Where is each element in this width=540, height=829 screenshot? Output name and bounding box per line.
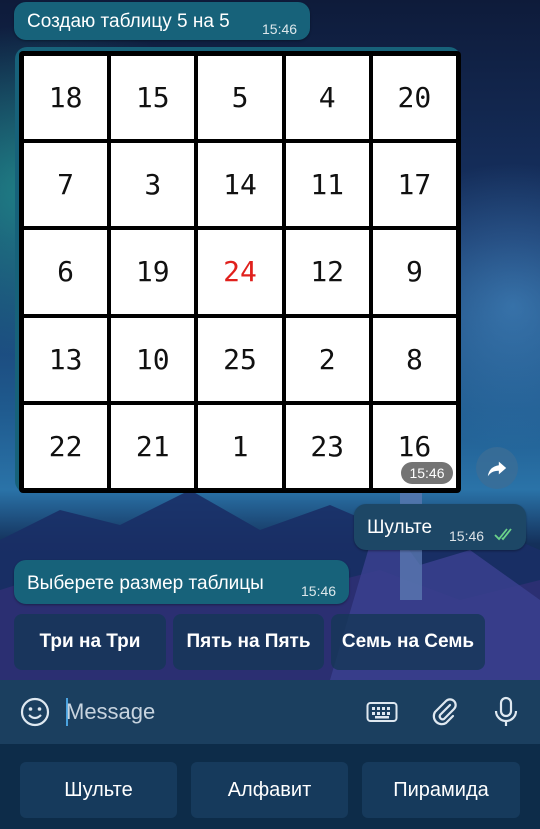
voice-button[interactable] — [490, 696, 522, 728]
attach-button[interactable] — [428, 696, 460, 728]
microphone-icon — [494, 696, 518, 726]
table-cell: 24 — [198, 230, 282, 314]
message-time: 15:46 — [262, 21, 298, 37]
inline-button-five[interactable]: Пять на Пять — [173, 614, 324, 670]
smile-icon — [20, 697, 50, 727]
table-cell: 3 — [111, 143, 195, 227]
table-cell: 19 — [111, 230, 195, 314]
table-cell: 2 — [285, 317, 369, 401]
message-text: Выберете размер таблицы — [27, 573, 264, 594]
table-cell: 4 — [285, 56, 369, 140]
table-cell: 18 — [24, 56, 108, 140]
table-cell: 7 — [24, 143, 108, 227]
table-cell: 12 — [285, 230, 369, 314]
image-timestamp: 15:46 — [401, 462, 453, 484]
table-cell: 21 — [111, 404, 195, 488]
table-cell: 11 — [285, 143, 369, 227]
table-cell: 25 — [198, 317, 282, 401]
table-cell: 23 — [285, 404, 369, 488]
paperclip-icon — [432, 698, 457, 726]
table-cell: 10 — [111, 317, 195, 401]
table-cell: 15 — [111, 56, 195, 140]
table-cell: 17 — [372, 143, 456, 227]
message-input[interactable] — [66, 697, 346, 727]
table-cell: 6 — [24, 230, 108, 314]
emoji-button[interactable] — [19, 696, 51, 728]
keyboard-icon — [366, 702, 398, 722]
incoming-message[interactable]: Выберете размер таблицы 15:46 — [14, 560, 349, 604]
schulte-table[interactable]: 18 15 5 4 20 7 3 14 11 17 6 19 24 12 9 13 10 25 2 8 22 21 1 23 1… — [19, 51, 461, 493]
inline-button-seven[interactable]: Семь на Семь — [331, 614, 485, 670]
incoming-message[interactable]: Создаю таблицу 5 на 5 15:46 — [14, 2, 310, 40]
inline-button-three[interactable]: Три на Три — [14, 614, 166, 670]
table-cell: 22 — [24, 404, 108, 488]
table-cell: 14 — [198, 143, 282, 227]
message-input-bar — [0, 680, 540, 744]
message-time: 15:46 — [449, 528, 485, 544]
table-cell: 20 — [372, 56, 456, 140]
message-time: 15:46 — [301, 583, 337, 599]
share-arrow-icon — [487, 461, 507, 477]
table-cell: 1 — [198, 404, 282, 488]
table-cell: 8 — [372, 317, 456, 401]
outgoing-message[interactable]: Шульте 15:46 — [354, 504, 526, 550]
table-cell: 5 — [198, 56, 282, 140]
keyboard-button-schulte[interactable]: Шульте — [20, 762, 177, 818]
keyboard-button-pyramid[interactable]: Пирамида — [362, 762, 520, 818]
bot-keyboard-button[interactable] — [366, 696, 398, 728]
double-check-icon — [494, 528, 512, 541]
bot-reply-keyboard: Шульте Алфавит Пирамида — [0, 744, 540, 829]
message-text: Шульте — [367, 517, 433, 538]
message-text: Создаю таблицу 5 на 5 — [27, 11, 230, 32]
share-button[interactable] — [476, 447, 518, 489]
keyboard-button-alphabet[interactable]: Алфавит — [191, 762, 348, 818]
table-cell: 13 — [24, 317, 108, 401]
table-cell: 9 — [372, 230, 456, 314]
